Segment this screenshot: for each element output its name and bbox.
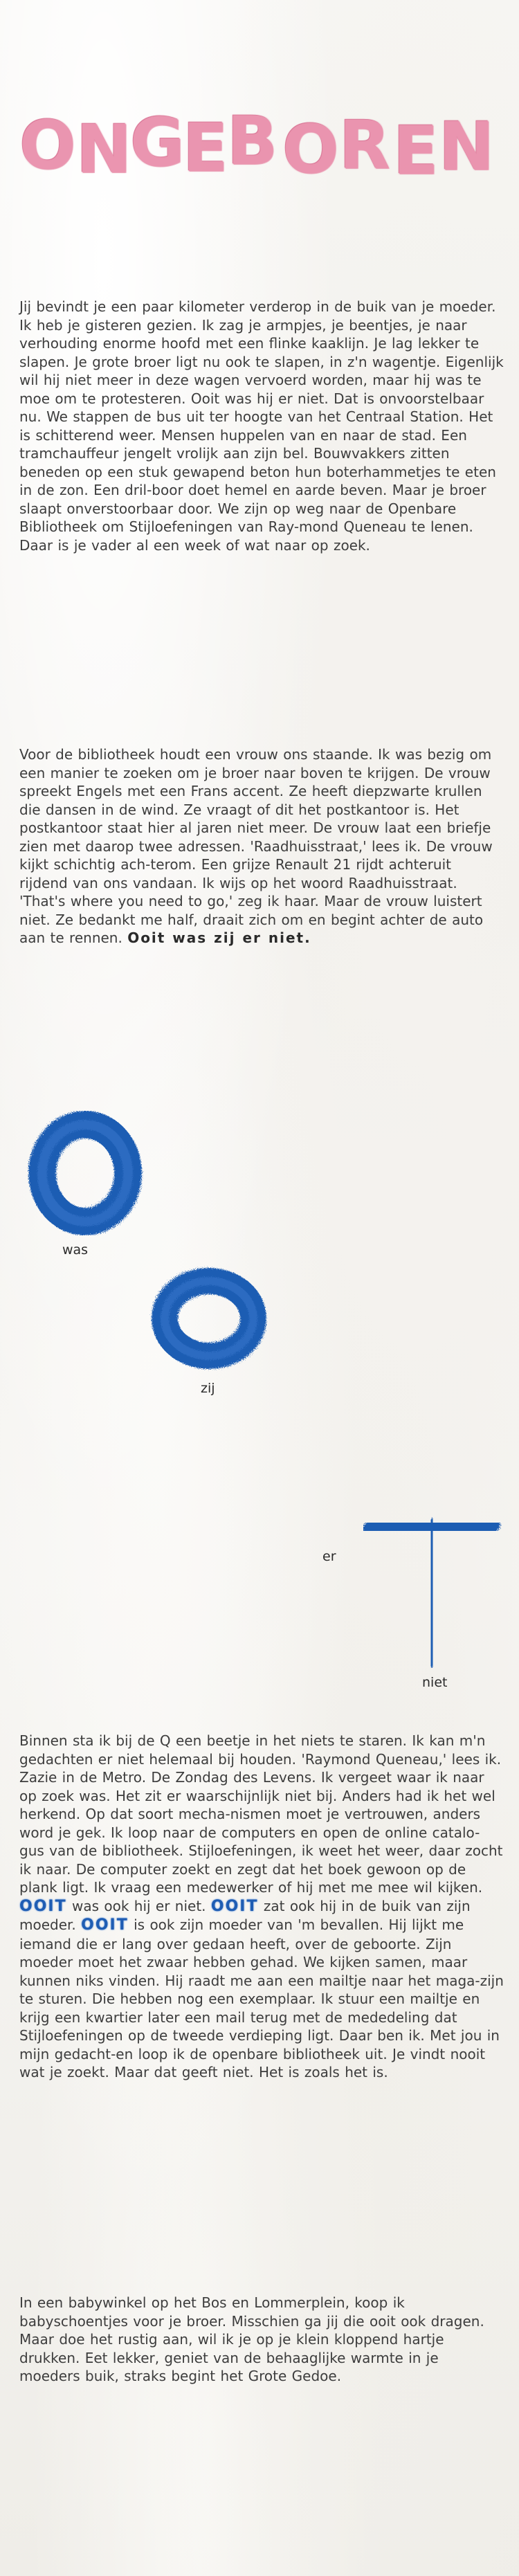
story-paragraph-4: In een babywinkel op het Bos en Lommerpl… (19, 2294, 484, 2384)
ooit-inline-icon: OOIT (19, 1897, 67, 1915)
ooit-word-zij: zij (201, 1381, 215, 1396)
fuzzy-o-icon (145, 1263, 270, 1374)
fuzzy-o-icon (26, 1111, 144, 1235)
story-paragraph-3: Binnen sta ik bij de Q een beetje in het… (19, 1732, 504, 2082)
story-paragraph-2: Voor de bibliotheek houdt een vrouw ons … (19, 745, 504, 947)
paragraph-3-part-2: was ook hij er niet. (71, 1897, 206, 1914)
paragraph-3-part-1: Binnen sta ik bij de Q een beetje in het… (19, 1732, 503, 1896)
page-title: O N G E B O R E N (19, 102, 497, 190)
fuzzy-t-icon (363, 1509, 502, 1668)
title-letter: G (130, 104, 186, 181)
title-letter: E (393, 112, 440, 190)
paragraph-3-part-4: is ook zijn moeder van 'm bevallen. Hij … (19, 1916, 504, 2080)
title-letter: R (339, 107, 392, 184)
title-letter: O (282, 111, 340, 188)
title-letter: O (19, 107, 78, 184)
ooit-inline-icon: OOIT (210, 1897, 259, 1915)
title-letter: N (76, 111, 134, 188)
fuzzy-i-icon (310, 1431, 345, 1559)
title-letter: N (439, 108, 496, 185)
story-paragraph-1: Jij bevindt je een paar kilometer verder… (19, 298, 504, 554)
ooit-word-er: er (322, 1549, 336, 1564)
title-letter: E (183, 109, 230, 187)
ooit-word-niet: niet (422, 1675, 448, 1690)
ooit-inline-icon: OOIT (81, 1916, 129, 1934)
title-letter: B (227, 102, 280, 180)
paragraph-2-text: Voor de bibliotheek houdt een vrouw ons … (19, 746, 493, 946)
ooit-word-was: was (62, 1242, 89, 1258)
paragraph-2-emphasis: Ooit was zij er niet. (127, 929, 311, 946)
